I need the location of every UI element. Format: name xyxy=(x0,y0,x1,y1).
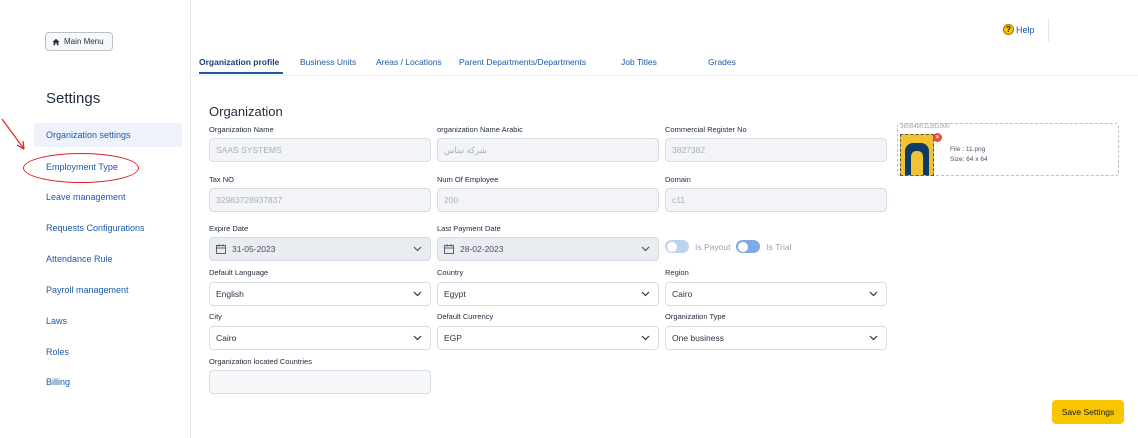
tab-grades[interactable]: Grades xyxy=(708,57,736,67)
settings-page: Main Menu Settings Organization settings… xyxy=(0,0,1138,438)
last-payment-label: Last Payment Date xyxy=(437,224,501,233)
expire-date-picker[interactable]: 31-05-2023 xyxy=(209,237,431,261)
chevron-down-icon xyxy=(641,291,650,297)
home-icon xyxy=(52,38,60,45)
chevron-down-icon xyxy=(413,335,422,341)
tab-organization-profile[interactable]: Organization profile xyxy=(199,57,279,67)
upload-meta: File : 11.png Size: 64 x 64 xyxy=(950,145,988,165)
sidebar: Main Menu Settings Organization settings… xyxy=(0,0,191,438)
is-trial-toggle[interactable] xyxy=(736,240,761,253)
org-name-label: Organization Name xyxy=(209,125,274,134)
sidebar-item-leave-management[interactable]: Leave management xyxy=(34,185,182,209)
toggle-knob xyxy=(667,241,677,252)
logo-thumbnail xyxy=(900,134,934,176)
logo-shape-inner xyxy=(911,151,923,175)
country-value: Egypt xyxy=(444,289,466,299)
organization-title: Organization xyxy=(209,104,283,119)
tab-bar: Organization profile Business Units Area… xyxy=(191,48,1138,76)
city-label: City xyxy=(209,312,222,321)
num-employee-field[interactable]: 200 xyxy=(437,188,659,212)
sidebar-item-requests-configurations[interactable]: Requests Configurations xyxy=(34,216,182,240)
default-language-label: Default Language xyxy=(209,268,269,277)
main-menu-button[interactable]: Main Menu xyxy=(45,32,113,51)
tab-departments[interactable]: Parent Departments/Departments xyxy=(459,57,586,67)
logo-upload-box[interactable]: 360848011391000 ✕ File : 11.png Size: 64… xyxy=(897,123,1119,176)
toggle-knob xyxy=(738,241,749,252)
help-label: Help xyxy=(1016,24,1035,35)
file-name: File : 11.png xyxy=(950,146,986,153)
located-countries-field[interactable] xyxy=(209,370,431,394)
main-menu-label: Main Menu xyxy=(64,37,104,46)
sidebar-item-employment-type[interactable]: Employment Type xyxy=(34,155,182,179)
tax-no-label: Tax NO xyxy=(209,175,235,184)
num-employee-label: Num Of Employee xyxy=(437,175,499,184)
expire-date-label: Expire Date xyxy=(209,224,249,233)
sidebar-item-roles[interactable]: Roles xyxy=(34,340,182,364)
commercial-register-label: Commercial Register No xyxy=(665,125,747,134)
region-value: Cairo xyxy=(672,289,693,299)
sidebar-item-payroll-management[interactable]: Payroll management xyxy=(34,278,182,302)
chevron-down-icon xyxy=(641,246,650,252)
sidebar-item-attendance-rule[interactable]: Attendance Rule xyxy=(34,247,182,271)
last-payment-value: 28-02-2023 xyxy=(460,244,504,254)
active-tab-indicator xyxy=(199,72,283,74)
default-language-value: English xyxy=(216,289,244,299)
sidebar-item-laws[interactable]: Laws xyxy=(34,309,182,333)
domain-label: Domain xyxy=(665,175,691,184)
located-countries-label: Organization located Countries xyxy=(209,357,312,366)
is-payout-toggle[interactable] xyxy=(665,240,689,253)
country-label: Country xyxy=(437,268,464,277)
org-name-arabic-label: organization Name Arabic xyxy=(437,125,523,134)
sidebar-item-organization-settings[interactable]: Organization settings xyxy=(34,123,182,147)
help-icon: ? xyxy=(1003,24,1014,35)
settings-title: Settings xyxy=(46,90,101,107)
chevron-down-icon xyxy=(641,335,650,341)
header-divider xyxy=(1048,18,1049,42)
expire-date-value: 31-05-2023 xyxy=(232,244,276,254)
default-currency-label: Default Currency xyxy=(437,312,494,321)
remove-file-icon[interactable]: ✕ xyxy=(933,133,942,142)
default-currency-value: EGP xyxy=(444,333,462,343)
tax-no-field[interactable]: 32983728937837 xyxy=(209,188,431,212)
is-trial-label: Is Trial xyxy=(766,241,792,252)
annotation-arrow xyxy=(1,118,25,150)
upload-id: 360848011391000 xyxy=(900,124,950,130)
sidebar-item-billing[interactable]: Billing xyxy=(34,370,182,394)
city-value: Cairo xyxy=(216,333,237,343)
chevron-down-icon xyxy=(869,335,878,341)
domain-field[interactable]: c11 xyxy=(665,188,887,212)
commercial-register-field[interactable]: 3827382 xyxy=(665,138,887,162)
region-label: Region xyxy=(665,268,689,277)
tab-business-units[interactable]: Business Units xyxy=(300,57,356,67)
org-name-arabic-field[interactable]: شركة ساس xyxy=(437,138,659,162)
organization-type-value: One business xyxy=(672,333,724,343)
chevron-down-icon xyxy=(413,246,422,252)
default-language-select[interactable]: English xyxy=(209,282,431,306)
org-name-field[interactable]: SAAS SYSTEMS xyxy=(209,138,431,162)
city-select[interactable]: Cairo xyxy=(209,326,431,350)
help-link[interactable]: ? Help xyxy=(1003,24,1035,35)
region-select[interactable]: Cairo xyxy=(665,282,887,306)
tab-areas-locations[interactable]: Areas / Locations xyxy=(376,57,442,67)
organization-type-label: Organization Type xyxy=(665,312,726,321)
calendar-icon xyxy=(444,244,454,254)
organization-type-select[interactable]: One business xyxy=(665,326,887,350)
default-currency-select[interactable]: EGP xyxy=(437,326,659,350)
country-select[interactable]: Egypt xyxy=(437,282,659,306)
chevron-down-icon xyxy=(869,291,878,297)
file-size: Size: 64 x 64 xyxy=(950,156,988,163)
save-settings-button[interactable]: Save Settings xyxy=(1052,400,1124,424)
chevron-down-icon xyxy=(413,291,422,297)
last-payment-picker[interactable]: 28-02-2023 xyxy=(437,237,659,261)
toggle-group: Is Payout Is Trial xyxy=(665,240,791,253)
calendar-icon xyxy=(216,244,226,254)
tab-job-titles[interactable]: Job Titles xyxy=(621,57,657,67)
is-payout-label: Is Payout xyxy=(695,241,731,252)
